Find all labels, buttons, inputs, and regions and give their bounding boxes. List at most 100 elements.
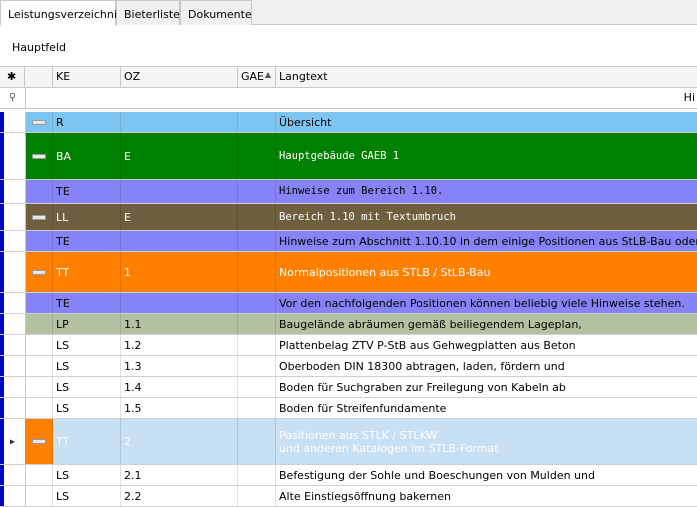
cell-gaeb: [238, 133, 276, 179]
tree-cell[interactable]: [25, 204, 53, 230]
row-indicator[interactable]: [0, 112, 26, 132]
row-indicator[interactable]: [0, 204, 26, 230]
langtext-line: Bereich 1.10 mit Textumbruch: [279, 210, 457, 223]
table-row[interactable]: LS 1.5 Boden für Streifenfundamente: [0, 398, 697, 419]
row-indicator[interactable]: [0, 252, 26, 292]
cell-langtext: Hinweise zum Bereich 1.10.: [276, 180, 697, 203]
table-row[interactable]: TT 1 Normalpositionen aus STLB / StLB-Bau: [0, 252, 697, 293]
cell-oz: [121, 180, 238, 203]
row-marker: [0, 252, 4, 292]
table-row[interactable]: LL E Bereich 1.10 mit Textumbruch: [0, 204, 697, 231]
collapse-icon[interactable]: [31, 153, 46, 159]
tab-leistungsverzeichnis[interactable]: Leistungsverzeichnis: [0, 0, 123, 26]
langtext-line: Normalpositionen aus STLB / StLB-Bau: [279, 265, 491, 279]
collapse-icon[interactable]: [31, 214, 46, 220]
cell-ke: TE: [53, 180, 121, 203]
cell-gaeb: [238, 204, 276, 230]
filter-icon: ⚲: [0, 88, 26, 108]
cell-ke: LS: [53, 486, 121, 506]
tree-cell[interactable]: [25, 252, 53, 292]
cell-ke: LS: [53, 465, 121, 485]
table-row[interactable]: ▸ TT 2 Positionen aus STLK / STLKW und ander…: [0, 419, 697, 465]
collapse-icon[interactable]: [31, 269, 46, 275]
tree-cell[interactable]: [25, 356, 53, 376]
cell-langtext: Hinweise zum Abschnitt 1.10.10 in dem ei…: [276, 231, 697, 251]
column-header-langtext[interactable]: Langtext: [276, 67, 697, 87]
cell-langtext: Vor den nachfolgenden Positionen können …: [276, 293, 697, 313]
tree-cell[interactable]: [25, 133, 53, 179]
row-indicator[interactable]: [0, 293, 26, 313]
row-marker: [0, 486, 4, 506]
cell-oz: 1.2: [121, 335, 238, 355]
collapse-icon[interactable]: [31, 439, 46, 444]
row-indicator[interactable]: [0, 377, 26, 397]
langtext-line: Baugelände abräumen gemäß beiliegendem L…: [279, 317, 582, 331]
tree-cell[interactable]: [25, 112, 53, 132]
filter-hint: Hi: [683, 91, 695, 104]
tree-cell[interactable]: [25, 419, 53, 464]
langtext-line: Plattenbelag ZTV P-StB aus Gehwegplatten…: [279, 338, 576, 352]
row-indicator[interactable]: [0, 465, 26, 485]
cell-oz: [121, 293, 238, 313]
table-row[interactable]: LS 1.3 Oberboden DIN 18300 abtragen, laden…: [0, 356, 697, 377]
cell-oz: 1.3: [121, 356, 238, 376]
row-marker: [0, 356, 4, 376]
tree-cell[interactable]: [25, 335, 53, 355]
row-indicator[interactable]: ▸: [0, 419, 26, 464]
langtext-line: Alte Einstiegsöffnung bakernen: [279, 489, 451, 503]
table-row[interactable]: LS 2.1 Befestigung der Sohle und Boeschung…: [0, 465, 697, 486]
table-row[interactable]: LP 1.1 Baugelände abräumen gemäß beiliegen…: [0, 314, 697, 335]
cell-oz: E: [121, 204, 238, 230]
row-indicator[interactable]: [0, 486, 26, 506]
table-row[interactable]: BA E Hauptgebäude GAEB 1: [0, 133, 697, 180]
tree-cell[interactable]: [25, 231, 53, 251]
row-indicator[interactable]: [0, 335, 26, 355]
table-row[interactable]: LS 2.2 Alte Einstiegsöffnung bakernen: [0, 486, 697, 507]
cell-langtext: Befestigung der Sohle und Boeschungen vo…: [276, 465, 697, 485]
tree-cell[interactable]: [25, 465, 53, 485]
langtext-line: Hauptgebäude GAEB 1: [279, 149, 400, 162]
cell-ke: LS: [53, 335, 121, 355]
tree-cell[interactable]: [25, 486, 53, 506]
tree-cell[interactable]: [25, 377, 53, 397]
filter-row[interactable]: ⚲ Hi: [0, 88, 697, 109]
column-header-oz[interactable]: OZ: [121, 67, 238, 87]
column-header-gaeb[interactable]: GAE ▲: [238, 67, 276, 87]
collapse-icon[interactable]: [31, 119, 46, 125]
row-indicator[interactable]: [0, 180, 26, 203]
cell-ke: R: [53, 112, 121, 132]
tab-bieterliste[interactable]: Bieterliste: [116, 0, 180, 25]
row-indicator[interactable]: [0, 398, 26, 418]
table-row[interactable]: LS 1.2 Plattenbelag ZTV P-StB aus Gehwegpl…: [0, 335, 697, 356]
row-marker: [0, 231, 4, 251]
row-marker: [0, 398, 4, 418]
cell-langtext: Alte Einstiegsöffnung bakernen: [276, 486, 697, 506]
row-marker: [0, 377, 4, 397]
table-row[interactable]: R Übersicht: [0, 112, 697, 133]
row-indicator[interactable]: [0, 231, 26, 251]
table-row[interactable]: TE Hinweise zum Abschnitt 1.10.10 in dem …: [0, 231, 697, 252]
langtext-line: Befestigung der Sohle und Boeschungen vo…: [279, 468, 595, 482]
cell-ke: TE: [53, 231, 121, 251]
table-row[interactable]: LS 1.4 Boden für Suchgraben zur Freilegung…: [0, 377, 697, 398]
row-indicator[interactable]: [0, 133, 26, 179]
tree-cell[interactable]: [25, 180, 53, 203]
tree-cell[interactable]: [25, 293, 53, 313]
column-chooser-icon[interactable]: ✱: [0, 67, 25, 87]
cell-oz: 1.1: [121, 314, 238, 334]
cell-oz: [121, 112, 238, 132]
row-indicator[interactable]: [0, 314, 26, 334]
cell-oz: 1.5: [121, 398, 238, 418]
column-header-ke[interactable]: KE: [53, 67, 121, 87]
tree-cell[interactable]: [25, 398, 53, 418]
table-row[interactable]: TE Hinweise zum Bereich 1.10.: [0, 180, 697, 204]
cell-ke: LS: [53, 398, 121, 418]
tree-cell[interactable]: [25, 314, 53, 334]
tab-dokumente[interactable]: Dokumente: [180, 0, 252, 25]
table-row[interactable]: TE Vor den nachfolgenden Positionen könne…: [0, 293, 697, 314]
row-indicator[interactable]: [0, 356, 26, 376]
cell-gaeb: [238, 112, 276, 132]
cell-gaeb: [238, 231, 276, 251]
cell-langtext: Baugelände abräumen gemäß beiliegendem L…: [276, 314, 697, 334]
langtext-line: Vor den nachfolgenden Positionen können …: [279, 296, 685, 310]
